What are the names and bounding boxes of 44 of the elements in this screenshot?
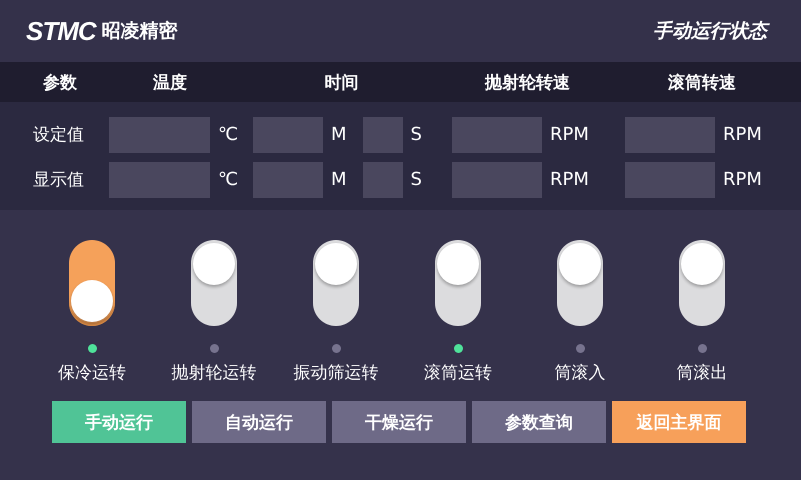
- logo-text: STMC: [26, 16, 96, 46]
- switch-label: 筒滚出: [676, 362, 728, 384]
- toggle-switch[interactable]: [679, 240, 725, 326]
- toggle-switch[interactable]: [69, 240, 115, 326]
- toggle-switch[interactable]: [435, 240, 481, 326]
- unit-label: S: [410, 169, 422, 190]
- unit-label: S: [410, 124, 422, 145]
- toggle-switch[interactable]: [191, 240, 237, 326]
- value-field[interactable]: [109, 116, 210, 152]
- column-header: 温度: [152, 72, 188, 94]
- column-header: 时间: [324, 72, 360, 94]
- unit-label: RPM: [550, 169, 589, 190]
- toggle-switch[interactable]: [313, 240, 359, 326]
- toggle-switch[interactable]: [557, 240, 603, 326]
- column-header: 参数: [42, 72, 78, 94]
- mode-button[interactable]: 干燥运行: [332, 401, 466, 443]
- unit-label: ℃: [218, 169, 238, 190]
- value-field[interactable]: [362, 162, 403, 198]
- switch-label: 保冷运转: [58, 362, 126, 384]
- unit-label: RPM: [723, 124, 762, 145]
- value-field[interactable]: [625, 116, 715, 152]
- column-header: 滚筒转速: [667, 72, 737, 94]
- value-field[interactable]: [362, 116, 403, 152]
- unit-label: ℃: [218, 124, 238, 145]
- switch-label: 筒滚入: [554, 362, 606, 384]
- unit-label: M: [331, 124, 347, 145]
- value-field[interactable]: [253, 162, 323, 198]
- value-field[interactable]: [109, 162, 210, 198]
- value-field[interactable]: [625, 162, 715, 198]
- value-field[interactable]: [253, 116, 323, 152]
- switch-label: 滚筒运转: [424, 362, 492, 384]
- row-label: 设定值: [33, 124, 85, 146]
- unit-label: RPM: [723, 169, 762, 190]
- switch-label: 振动筛运转: [294, 362, 378, 384]
- value-field[interactable]: [452, 162, 542, 198]
- column-header: 抛射轮转速: [484, 72, 571, 94]
- value-field[interactable]: [452, 116, 542, 152]
- switch-label: 抛射轮运转: [172, 362, 256, 384]
- brand-name: 昭凌精密: [102, 19, 178, 44]
- mode-button[interactable]: 参数查询: [472, 401, 606, 443]
- unit-label: M: [331, 169, 347, 190]
- mode-button[interactable]: 自动运行: [192, 401, 326, 443]
- unit-label: RPM: [550, 124, 589, 145]
- row-label: 显示值: [33, 169, 85, 191]
